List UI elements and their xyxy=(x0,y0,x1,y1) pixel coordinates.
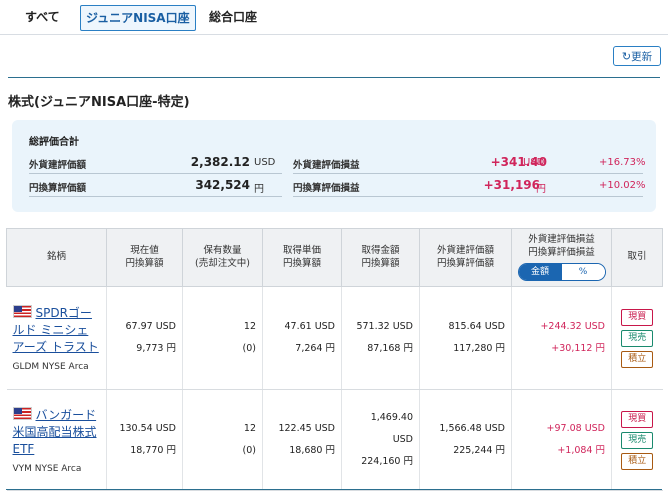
holding-ticker: GLDM NYSE Arca xyxy=(12,361,89,372)
us-flag-icon xyxy=(12,406,32,420)
yen-pl-value: +31,196 xyxy=(483,178,540,192)
eval-cell: 815.64 USD 117,280 円 xyxy=(419,286,512,390)
price-cell: 67.97 USD 9,773 円 xyxy=(106,286,183,390)
account-tabs: すべて ジュニアNISA口座 総合口座 xyxy=(0,0,668,35)
pl-cell: +97.08 USD +1,084 円 xyxy=(511,389,612,491)
cost-cell: 122.45 USD 18,680 円 xyxy=(262,389,342,491)
amount-cell: 571.32 USD 87,168 円 xyxy=(341,286,420,390)
table-row: バンガード 米国高配当株式ETF VYM NYSE Arca 130.54 US… xyxy=(6,389,663,491)
table-header-row: 銘柄 現在値 円換算額 保有数量 (売却注文中) 取得単価 円換算額 取得金額 円換算額… xyxy=(6,228,663,287)
yen-pl-label: 円換算評価損益 xyxy=(293,183,360,194)
amount-cell: 1,469.40 USD 224,160 円 xyxy=(341,389,420,491)
foreign-pl-unit: USD xyxy=(523,157,545,168)
divider xyxy=(8,77,660,78)
sell-button[interactable]: 現売 xyxy=(621,329,654,347)
tab-general[interactable]: 総合口座 xyxy=(209,6,257,28)
foreign-eval-value: 2,382.12 xyxy=(190,155,250,169)
header-cost: 取得単価 円換算額 xyxy=(262,228,342,287)
header-eval: 外貨建評価額 円換算評価額 xyxy=(419,228,512,287)
yen-eval-unit: 円 xyxy=(254,184,264,195)
buy-button[interactable]: 現買 xyxy=(621,308,654,326)
foreign-pl-label: 外貨建評価損益 xyxy=(293,160,360,171)
accumulate-button[interactable]: 積立 xyxy=(621,350,654,368)
table-row: SPDRゴールド ミニシェアーズ トラスト GLDM NYSE Arca 67.… xyxy=(6,286,663,390)
yen-pl-unit: 円 xyxy=(536,184,546,195)
refresh-button[interactable]: ↻更新 xyxy=(613,46,661,66)
header-name: 銘柄 xyxy=(6,228,107,287)
yen-eval-value: 342,524 xyxy=(195,178,250,192)
header-price: 現在値 円換算額 xyxy=(106,228,183,287)
refresh-label: 更新 xyxy=(631,51,653,63)
cost-cell: 47.61 USD 7,264 円 xyxy=(262,286,342,390)
foreign-pl-percent: +16.73% xyxy=(599,157,646,168)
yen-eval-label: 円換算評価額 xyxy=(29,183,87,194)
divider xyxy=(29,196,282,197)
refresh-icon: ↻ xyxy=(621,50,632,63)
tab-junior-nisa[interactable]: ジュニアNISA口座 xyxy=(80,5,196,31)
header-amount: 取得金額 円換算額 xyxy=(341,228,420,287)
buy-button[interactable]: 現買 xyxy=(621,410,654,428)
section-title: 株式(ジュニアNISA口座-特定) xyxy=(8,95,190,110)
holdings-table: 銘柄 現在値 円換算額 保有数量 (売却注文中) 取得単価 円換算額 取得金額 円換算額… xyxy=(6,228,663,491)
holding-ticker: VYM NYSE Arca xyxy=(12,463,82,474)
foreign-eval-label: 外貨建評価額 xyxy=(29,160,87,171)
holding-name-cell: SPDRゴールド ミニシェアーズ トラスト GLDM NYSE Arca xyxy=(6,286,107,390)
foreign-eval-unit: USD xyxy=(254,157,276,168)
summary-title: 総評価合計 xyxy=(29,137,79,148)
header-trade: 取引 xyxy=(611,228,663,287)
header-pl: 外貨建評価損益 円換算評価損益 金額% xyxy=(511,228,612,287)
toggle-percent[interactable]: % xyxy=(561,263,605,280)
summary-panel: 総評価合計 外貨建評価額 2,382.12 USD 円換算評価額 342,524… xyxy=(12,120,656,212)
trade-cell: 現買 現売 積立 xyxy=(611,286,663,390)
eval-cell: 1,566.48 USD 225,244 円 xyxy=(419,389,512,491)
divider xyxy=(293,173,643,174)
tab-all[interactable]: すべて xyxy=(25,6,60,28)
holding-name-cell: バンガード 米国高配当株式ETF VYM NYSE Arca xyxy=(6,389,107,491)
us-flag-icon xyxy=(12,304,32,318)
yen-pl-percent: +10.02% xyxy=(599,180,646,191)
pl-cell: +244.32 USD +30,112 円 xyxy=(511,286,612,390)
sell-button[interactable]: 現売 xyxy=(621,431,654,449)
header-quantity: 保有数量 (売却注文中) xyxy=(182,228,263,287)
divider xyxy=(293,196,643,197)
divider xyxy=(6,489,662,490)
quantity-cell: 12 (0) xyxy=(182,286,263,390)
trade-cell: 現買 現売 積立 xyxy=(611,389,663,491)
price-cell: 130.54 USD 18,770 円 xyxy=(106,389,183,491)
accumulate-button[interactable]: 積立 xyxy=(621,452,654,470)
divider xyxy=(29,173,282,174)
toggle-amount[interactable]: 金額 xyxy=(518,263,562,280)
quantity-cell: 12 (0) xyxy=(182,389,263,491)
pl-display-toggle[interactable]: 金額% xyxy=(517,262,606,281)
